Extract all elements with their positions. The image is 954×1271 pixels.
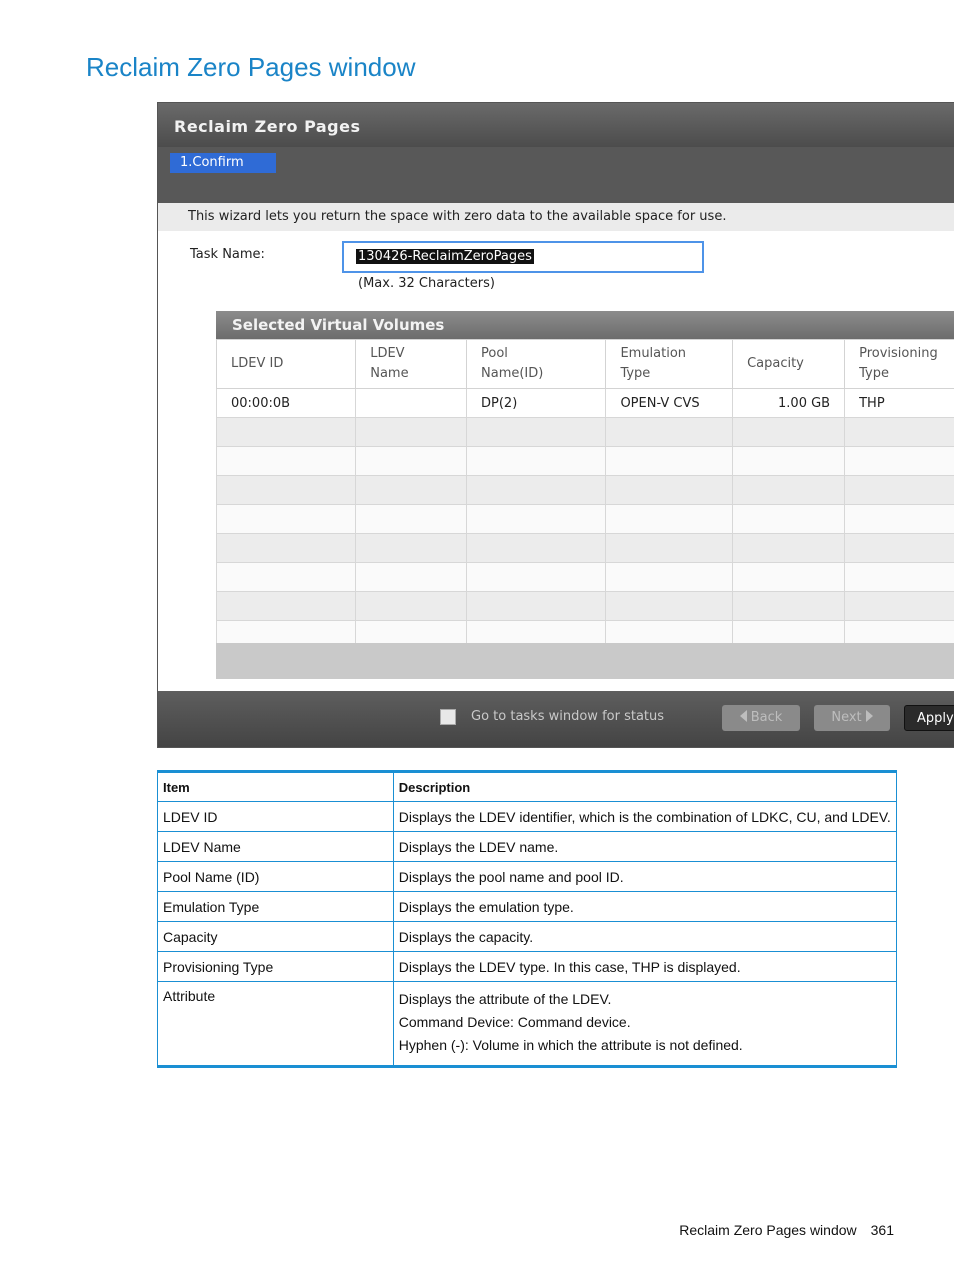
table-footer-bar (216, 643, 954, 679)
task-name-input[interactable]: 130426-ReclaimZeroPages (342, 241, 704, 273)
empty-row (215, 475, 954, 505)
page-footer: Reclaim Zero Pages window 361 (679, 1222, 894, 1238)
table-row: Provisioning Type Displays the LDEV type… (157, 951, 898, 982)
item-cell: Capacity (157, 921, 394, 952)
item-cell: LDEV ID (157, 801, 394, 832)
reclaim-zero-pages-dialog: Reclaim Zero Pages 1.Confirm This wizard… (157, 102, 954, 748)
table-row[interactable]: 00:00:0B DP(2) OPEN-V CVS 1.00 GB THP (215, 388, 954, 418)
empty-row (215, 591, 954, 621)
table-row: Emulation Type Displays the emulation ty… (157, 891, 898, 922)
table-row: LDEV ID Displays the LDEV identifier, wh… (157, 801, 898, 832)
dialog-titlebar: Reclaim Zero Pages (158, 103, 954, 147)
description-line: Hyphen (-): Volume in which the attribut… (398, 1037, 743, 1053)
empty-row (215, 417, 954, 447)
col-emulation-type[interactable]: Emulation Type (605, 339, 734, 389)
col-provisioning-type[interactable]: Provisioning Type (844, 339, 954, 389)
item-cell: Pool Name (ID) (157, 861, 394, 892)
description-cell: Displays the emulation type. (392, 891, 898, 922)
cell-ldev-id: 00:00:0B (215, 388, 357, 418)
description-line: Displays the attribute of the LDEV. (398, 991, 612, 1007)
task-name-hint: (Max. 32 Characters) (358, 276, 495, 291)
description-cell: Displays the LDEV type. In this case, TH… (392, 951, 898, 982)
volumes-header-row: LDEV ID LDEV Name Pool Name(ID) Emulatio… (215, 339, 954, 389)
description-cell: Displays the attribute of the LDEV. Comm… (392, 981, 898, 1067)
apply-button[interactable]: Apply (904, 705, 954, 731)
header-description: Description (392, 771, 898, 802)
step-confirm: 1.Confirm (170, 153, 276, 173)
selected-volumes-header: Selected Virtual Volumes (216, 311, 954, 339)
empty-row (215, 533, 954, 563)
table-row: Capacity Displays the capacity. (157, 921, 898, 952)
description-cell: Displays the pool name and pool ID. (392, 861, 898, 892)
cell-pool-name: DP(2) (465, 388, 607, 418)
table-row: Pool Name (ID) Displays the pool name an… (157, 861, 898, 892)
chevron-left-icon (739, 710, 747, 722)
description-line: Command Device: Command device. (398, 1014, 631, 1030)
footer-label: Reclaim Zero Pages window (679, 1222, 857, 1238)
item-cell: LDEV Name (157, 831, 394, 862)
next-button[interactable]: Next (814, 705, 890, 731)
cell-ldev-name (355, 388, 467, 418)
col-ldev-name[interactable]: LDEV Name (355, 339, 467, 389)
empty-row (215, 504, 954, 534)
task-name-value: 130426-ReclaimZeroPages (356, 249, 534, 264)
cell-provisioning-type: THP (844, 388, 954, 418)
page-title: Reclaim Zero Pages window (86, 52, 416, 82)
item-cell: Provisioning Type (157, 951, 394, 982)
cell-emulation-type: OPEN-V CVS (605, 388, 734, 418)
wizard-description: This wizard lets you return the space wi… (158, 203, 954, 231)
cell-capacity: 1.00 GB (732, 388, 846, 418)
go-to-tasks-label: Go to tasks window for status (471, 709, 665, 724)
dialog-button-bar: Go to tasks window for status Back Next … (158, 691, 954, 747)
col-pool-name[interactable]: Pool Name(ID) (465, 339, 607, 389)
back-label: Back (750, 710, 783, 725)
table-row: LDEV Name Displays the LDEV name. (157, 831, 898, 862)
item-description-table: Item Description LDEV ID Displays the LD… (157, 770, 898, 1068)
go-to-tasks-checkbox[interactable] (440, 709, 456, 725)
table-row: Attribute Displays the attribute of the … (157, 981, 898, 1067)
page-number: 361 (870, 1222, 894, 1238)
task-name-label: Task Name: (190, 247, 265, 262)
header-item: Item (157, 771, 394, 802)
wizard-steps: 1.Confirm (158, 147, 954, 203)
description-cell: Displays the LDEV identifier, which is t… (392, 801, 898, 832)
selected-volumes-table: LDEV ID LDEV Name Pool Name(ID) Emulatio… (215, 339, 954, 650)
col-ldev-id[interactable]: LDEV ID (215, 339, 357, 389)
next-label: Next (831, 710, 862, 725)
col-capacity[interactable]: Capacity (732, 339, 846, 389)
empty-row (215, 446, 954, 476)
item-cell: Attribute (157, 981, 394, 1067)
dialog-title: Reclaim Zero Pages (174, 117, 361, 136)
description-cell: Displays the LDEV name. (392, 831, 898, 862)
desc-header-row: Item Description (157, 771, 898, 802)
description-cell: Displays the capacity. (392, 921, 898, 952)
empty-row (215, 562, 954, 592)
back-button[interactable]: Back (722, 705, 800, 731)
chevron-right-icon (865, 710, 873, 722)
item-cell: Emulation Type (157, 891, 394, 922)
